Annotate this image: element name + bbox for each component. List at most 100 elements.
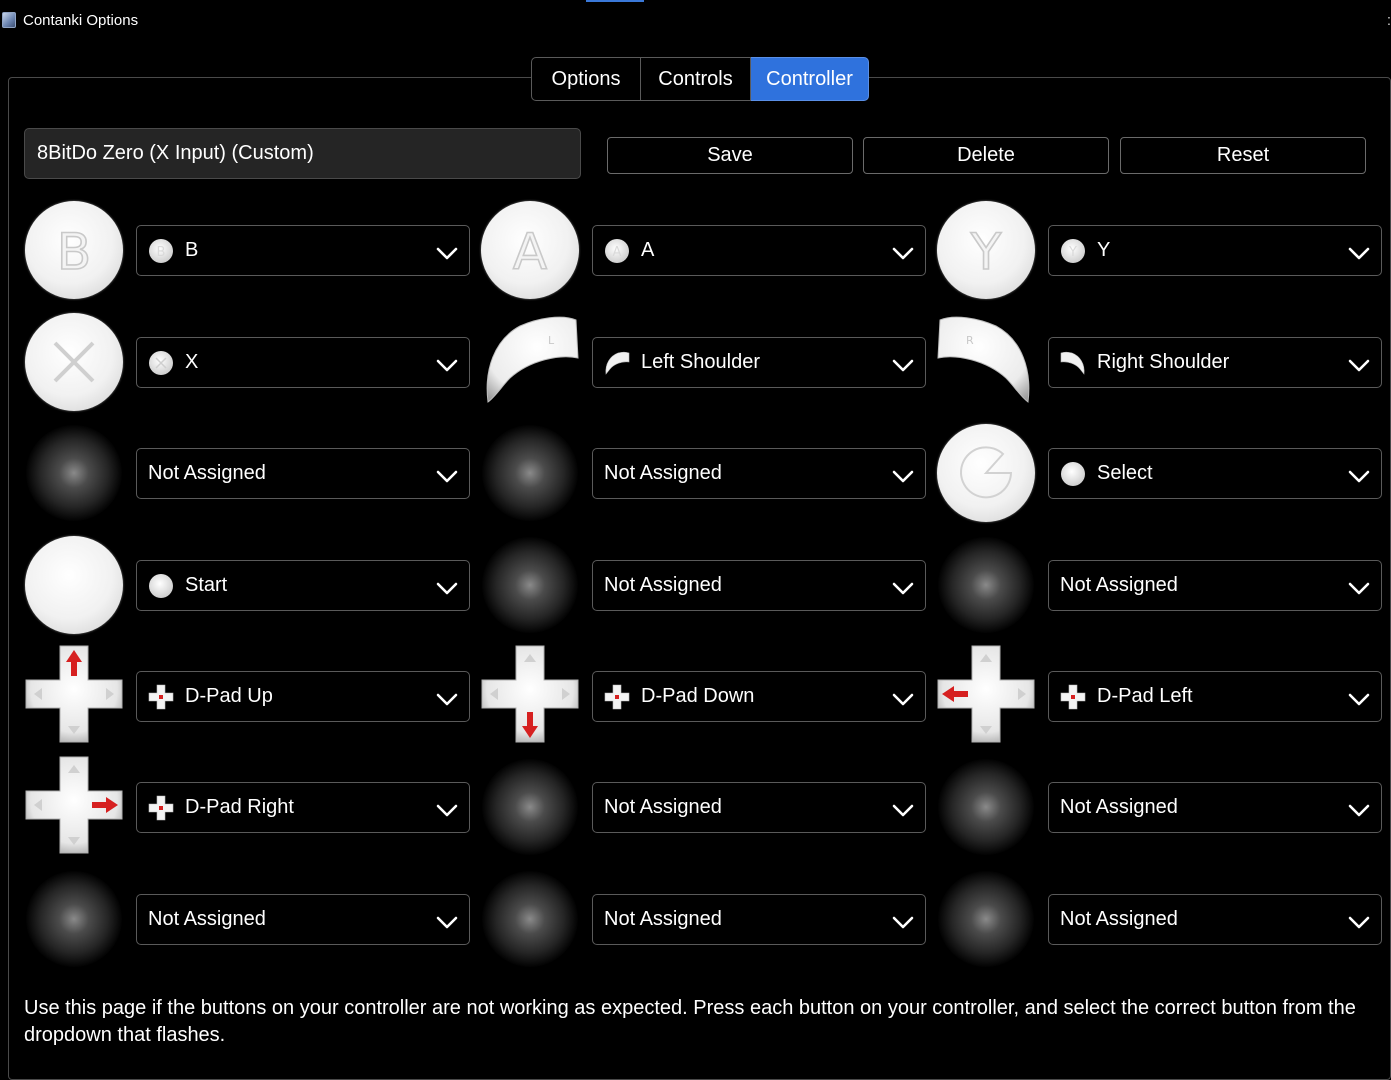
- chevron-down-icon: [892, 356, 914, 371]
- tab-controller[interactable]: Controller: [751, 57, 869, 101]
- dropdown-value: D-Pad Up: [185, 685, 273, 707]
- chevron-down-icon: [1348, 913, 1370, 928]
- mapping-cell: Not Assigned: [480, 753, 926, 861]
- button-mapping-dropdown[interactable]: Not Assigned: [136, 448, 470, 499]
- left-shoulder-small-icon: [604, 350, 630, 376]
- mapping-row: Start Not Assigned Not Assigned: [24, 531, 1384, 639]
- chevron-down-icon: [892, 690, 914, 705]
- y-button-icon: Y: [936, 200, 1036, 300]
- dpad-down-icon: [480, 645, 580, 746]
- mapping-cell: Not Assigned: [24, 865, 470, 973]
- chevron-down-icon: [1348, 801, 1370, 816]
- mapping-cell: Select: [936, 419, 1382, 527]
- dropdown-value: D-Pad Down: [641, 685, 755, 707]
- dpad-up-icon: [24, 645, 124, 746]
- svg-text:A: A: [513, 223, 547, 281]
- mapping-cell: D-Pad Up: [24, 642, 470, 750]
- mapping-cell: Not Assigned: [936, 531, 1382, 639]
- a-button-icon: A: [480, 200, 580, 300]
- title-accent-line: [586, 0, 644, 2]
- svg-text:A: A: [613, 245, 622, 260]
- button-mapping-dropdown[interactable]: Not Assigned: [1048, 782, 1382, 833]
- dpad-small-icon: [148, 684, 174, 710]
- svg-text:B: B: [57, 223, 91, 281]
- dropdown-value: Left Shoulder: [641, 351, 760, 373]
- chevron-down-icon: [436, 467, 458, 482]
- dpad-right-icon: [24, 756, 124, 857]
- unassigned-glow-icon: [936, 757, 1036, 857]
- reset-button[interactable]: Reset: [1120, 137, 1366, 174]
- button-mapping-dropdown[interactable]: Start: [136, 560, 470, 611]
- start-small-icon: [148, 573, 174, 599]
- save-button[interactable]: Save: [607, 137, 853, 174]
- dropdown-value: Not Assigned: [148, 462, 266, 484]
- chevron-down-icon: [892, 467, 914, 482]
- tab-controls[interactable]: Controls: [641, 57, 751, 101]
- unassigned-glow-icon: [936, 535, 1036, 635]
- dropdown-value: Select: [1097, 462, 1153, 484]
- button-mapping-dropdown[interactable]: YY: [1048, 225, 1382, 276]
- chevron-down-icon: [436, 356, 458, 371]
- mapping-row: D-Pad Up D-Pad Down D-Pad Left: [24, 642, 1384, 750]
- button-mapping-dropdown[interactable]: Not Assigned: [592, 560, 926, 611]
- button-mapping-dropdown[interactable]: Right Shoulder: [1048, 337, 1382, 388]
- mapping-row: Not Assigned Not Assigned Select: [24, 419, 1384, 527]
- button-mapping-dropdown[interactable]: Left Shoulder: [592, 337, 926, 388]
- button-mapping-dropdown[interactable]: AA: [592, 225, 926, 276]
- button-mapping-dropdown[interactable]: D-Pad Down: [592, 671, 926, 722]
- chevron-down-icon: [1348, 690, 1370, 705]
- select-button-icon: [936, 423, 1036, 523]
- x-button-icon: [24, 312, 124, 412]
- chevron-down-icon: [1348, 467, 1370, 482]
- button-mapping-dropdown[interactable]: D-Pad Up: [136, 671, 470, 722]
- unassigned-glow-icon: [480, 869, 580, 969]
- button-mapping-dropdown[interactable]: Not Assigned: [1048, 894, 1382, 945]
- dropdown-value: D-Pad Right: [185, 796, 294, 818]
- dpad-small-icon: [148, 795, 174, 821]
- dropdown-value: Y: [1097, 239, 1111, 261]
- chevron-down-icon: [892, 579, 914, 594]
- mapping-cell: AAA: [480, 196, 926, 304]
- mapping-cell: D-Pad Down: [480, 642, 926, 750]
- button-mapping-dropdown[interactable]: Not Assigned: [136, 894, 470, 945]
- svg-text:Y: Y: [1068, 245, 1077, 260]
- dropdown-value: Not Assigned: [604, 908, 722, 930]
- dropdown-value: Not Assigned: [604, 462, 722, 484]
- mapping-cell: D-Pad Left: [936, 642, 1382, 750]
- controller-profile-field[interactable]: 8BitDo Zero (X Input) (Custom): [24, 128, 581, 179]
- dpad-small-icon: [604, 684, 630, 710]
- mapping-cell: BBB: [24, 196, 470, 304]
- dropdown-value: X: [185, 351, 199, 373]
- b-button-small-icon: B: [148, 238, 174, 264]
- unassigned-glow-icon: [24, 423, 124, 523]
- button-mapping-dropdown[interactable]: D-Pad Right: [136, 782, 470, 833]
- chevron-down-icon: [436, 690, 458, 705]
- dropdown-value: Not Assigned: [1060, 574, 1178, 596]
- mapping-cell: X: [24, 308, 470, 416]
- button-mapping-dropdown[interactable]: BB: [136, 225, 470, 276]
- chevron-down-icon: [1348, 244, 1370, 259]
- button-mapping-dropdown[interactable]: D-Pad Left: [1048, 671, 1382, 722]
- dropdown-value: Start: [185, 574, 228, 596]
- button-mapping-dropdown[interactable]: Not Assigned: [592, 782, 926, 833]
- dropdown-value: A: [641, 239, 655, 261]
- mapping-cell: Not Assigned: [480, 865, 926, 973]
- dropdown-value: Not Assigned: [1060, 908, 1178, 930]
- button-mapping-dropdown[interactable]: X: [136, 337, 470, 388]
- button-mapping-dropdown[interactable]: Not Assigned: [592, 448, 926, 499]
- tab-options[interactable]: Options: [531, 57, 641, 101]
- tab-bar: Options Controls Controller: [531, 57, 869, 101]
- y-button-small-icon: Y: [1060, 238, 1086, 264]
- button-mapping-dropdown[interactable]: Not Assigned: [1048, 560, 1382, 611]
- svg-text:L: L: [548, 334, 555, 347]
- mapping-cell: Not Assigned: [936, 753, 1382, 861]
- help-text: Use this page if the buttons on your con…: [24, 997, 1356, 1046]
- button-mapping-dropdown[interactable]: Select: [1048, 448, 1382, 499]
- dropdown-value: D-Pad Left: [1097, 685, 1193, 707]
- mapping-cell: Not Assigned: [480, 419, 926, 527]
- b-button-icon: B: [24, 200, 124, 300]
- delete-button[interactable]: Delete: [863, 137, 1109, 174]
- button-mapping-dropdown[interactable]: Not Assigned: [592, 894, 926, 945]
- mapping-row: D-Pad Right Not Assigned Not Assigned: [24, 753, 1384, 861]
- chevron-down-icon: [436, 913, 458, 928]
